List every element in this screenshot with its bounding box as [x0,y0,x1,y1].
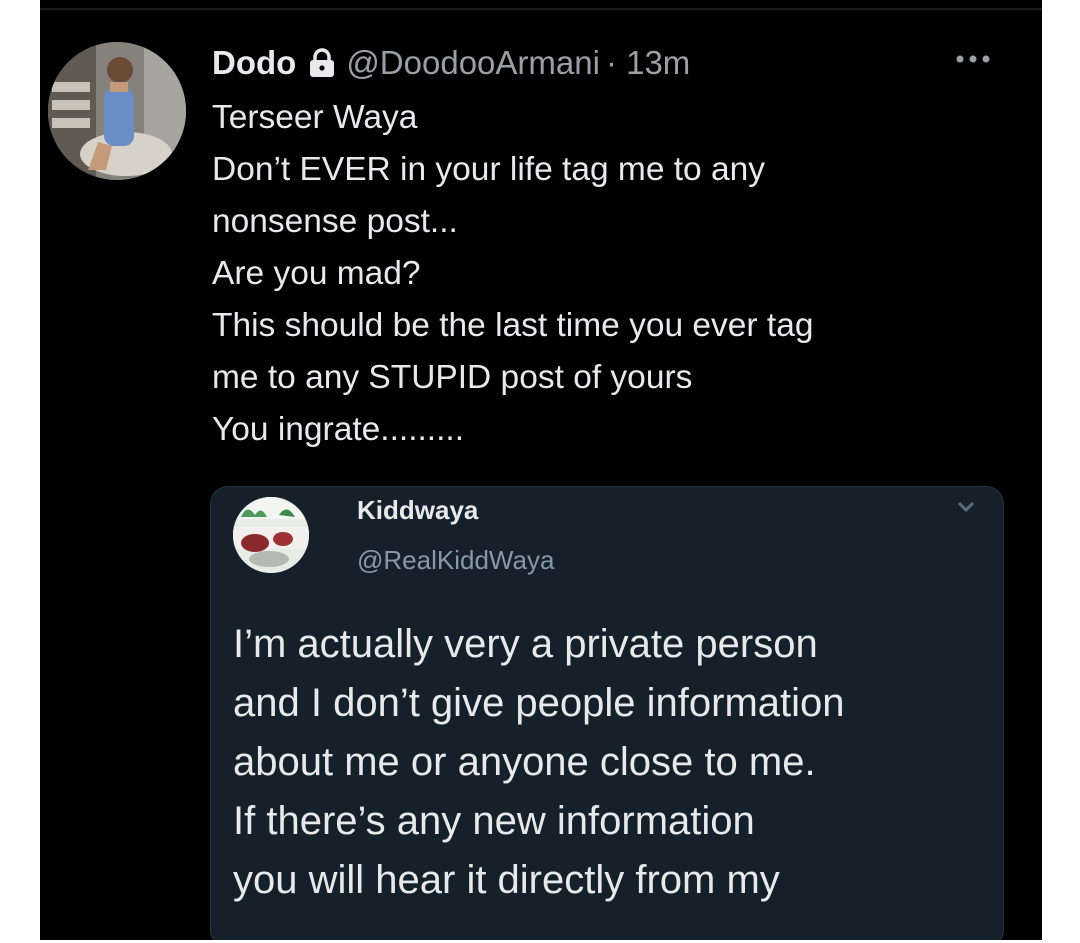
tweet-screenshot: Dodo @DoodooArmani · 13m Terseer Waya Do… [40,0,1042,940]
lock-icon [308,48,336,78]
quoted-display-name[interactable]: Kiddwaya [357,495,478,526]
chevron-down-icon[interactable] [955,499,977,515]
tweet-line: This should be the last time you ever ta… [212,307,814,344]
quoted-text: I’m actually very a private person and I… [233,615,993,910]
quoted-tweet[interactable]: Kiddwaya @RealKiddWaya I’m actually very… [210,486,1004,940]
tweet-line: me to any STUPID post of yours [212,359,693,396]
tweet-line: nonsense post... [212,203,458,240]
avatar[interactable] [48,42,186,180]
display-name[interactable]: Dodo [212,44,296,82]
quoted-avatar[interactable] [233,497,309,573]
tweet-line: You ingrate......... [212,411,465,448]
quoted-user-handle[interactable]: @RealKiddWaya [357,545,554,576]
more-options-icon[interactable] [948,44,998,74]
divider [40,8,1042,10]
quoted-line: about me or anyone close to me. [233,740,816,784]
timestamp[interactable]: · 13m [606,44,690,82]
tweet-text: Terseer Waya Don’t EVER in your life tag… [212,92,1022,456]
quoted-line: and I don’t give people information [233,681,845,725]
tweet-line: Are you mad? [212,255,421,292]
quoted-line: If there’s any new information [233,799,755,843]
tweet-header: Dodo @DoodooArmani · 13m [212,40,690,86]
user-handle[interactable]: @DoodooArmani [346,44,600,82]
quoted-line: I’m actually very a private person [233,622,818,666]
tweet-line: Terseer Waya [212,99,418,136]
tweet-line: Don’t EVER in your life tag me to any [212,151,766,188]
quoted-line: you will hear it directly from my [233,858,780,902]
